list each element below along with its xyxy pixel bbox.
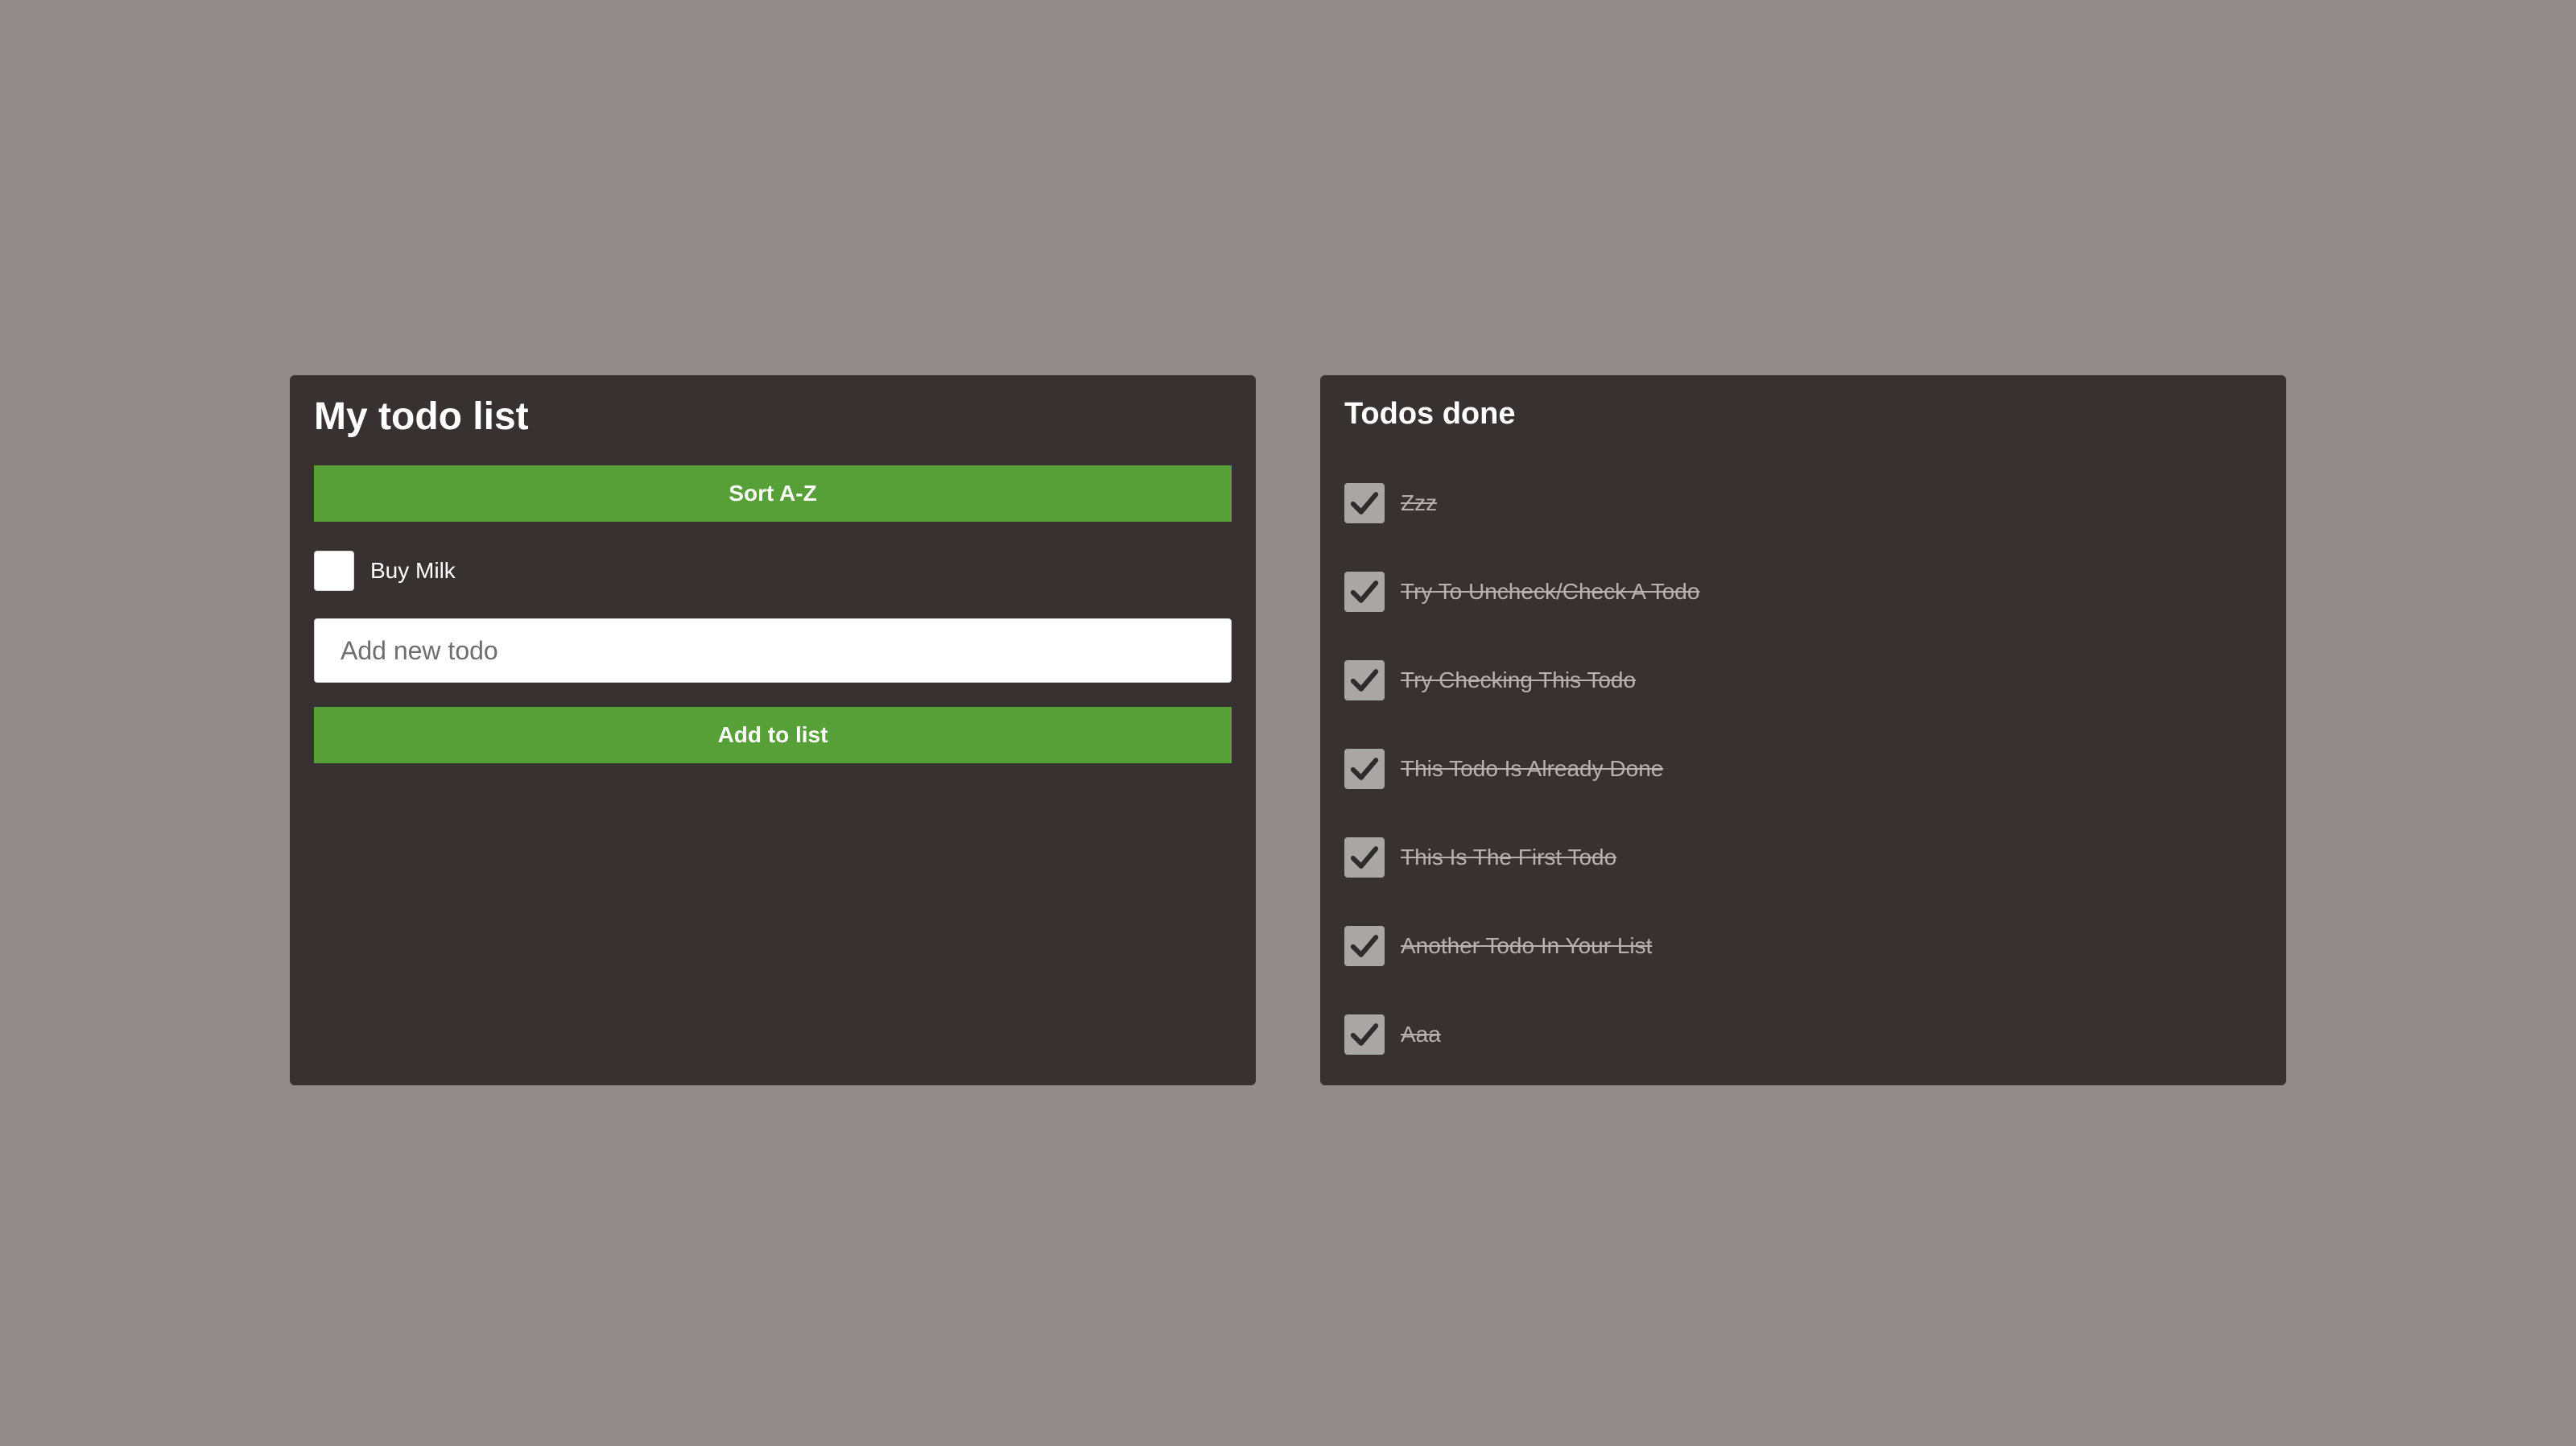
done-todo-label: Another Todo In Your List [1401,933,1653,958]
done-todo-label: Aaa [1401,1022,1441,1047]
new-todo-input[interactable] [314,618,1232,683]
done-todo-checkbox[interactable] [1344,749,1385,789]
done-todo-label: Try Checking This Todo [1401,667,1637,692]
done-todo-list: Zzz Try To Uncheck/Check A Todo Try Chec… [1344,483,1699,1055]
todos-done-title: Todos done [1344,397,1516,431]
done-todo-checkbox[interactable] [1344,572,1385,612]
done-todo-item[interactable]: Zzz [1344,483,1699,523]
check-icon [1350,1023,1379,1046]
done-todo-checkbox[interactable] [1344,660,1385,700]
done-todo-item[interactable]: This Is The First Todo [1344,837,1699,878]
sort-az-button[interactable]: Sort A-Z [314,465,1232,522]
done-todo-item[interactable]: Aaa [1344,1014,1699,1055]
done-todo-item[interactable]: This Todo Is Already Done [1344,749,1699,789]
done-todo-item[interactable]: Try Checking This Todo [1344,660,1699,700]
done-todo-label: Zzz [1401,490,1438,515]
check-icon [1350,758,1379,780]
check-icon [1350,580,1379,603]
done-todo-checkbox[interactable] [1344,483,1385,523]
todo-list-title: My todo list [314,395,529,438]
done-todo-label: This Is The First Todo [1401,845,1617,870]
done-todo-checkbox[interactable] [1344,837,1385,878]
todos-done-panel: Todos done Zzz Try To Uncheck/Check A To… [1320,375,2286,1085]
done-todo-item[interactable]: Try To Uncheck/Check A Todo [1344,572,1699,612]
done-todo-item[interactable]: Another Todo In Your List [1344,926,1699,966]
todo-panel: My todo list Sort A-Z Buy Milk Add to li… [290,375,1256,1085]
pending-todo-item[interactable]: Buy Milk [314,551,456,591]
check-icon [1350,935,1379,957]
pending-todo-checkbox[interactable] [314,551,354,591]
done-todo-checkbox[interactable] [1344,1014,1385,1055]
pending-todo-label: Buy Milk [370,558,456,583]
done-todo-label: This Todo Is Already Done [1401,756,1664,781]
done-todo-label: Try To Uncheck/Check A Todo [1401,579,1700,604]
check-icon [1350,669,1379,692]
check-icon [1350,846,1379,869]
done-todo-checkbox[interactable] [1344,926,1385,966]
check-icon [1350,492,1379,514]
add-to-list-button[interactable]: Add to list [314,707,1232,763]
